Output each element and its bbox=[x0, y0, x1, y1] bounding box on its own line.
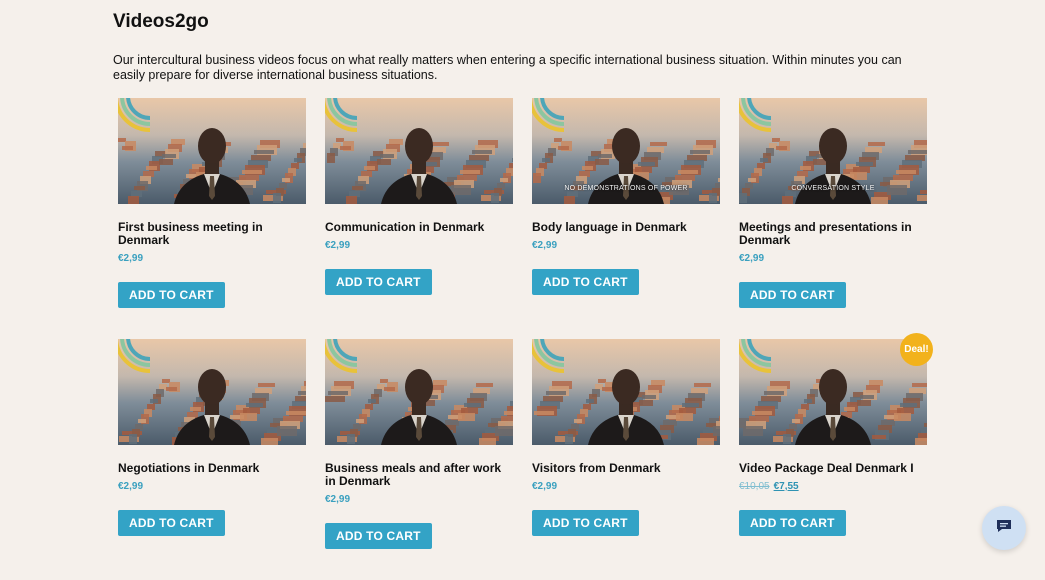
product-thumbnail[interactable] bbox=[118, 339, 306, 445]
product-name[interactable]: Negotiations in Denmark bbox=[118, 462, 296, 475]
product-name[interactable]: Visitors from Denmark bbox=[532, 462, 710, 475]
chat-bubble-icon bbox=[995, 517, 1013, 540]
product-price: €2,99 bbox=[532, 481, 558, 492]
product-thumbnail[interactable] bbox=[325, 98, 513, 204]
page-title: Videos2go bbox=[113, 11, 209, 32]
video-still-image bbox=[118, 98, 306, 204]
add-to-cart-button[interactable]: ADD TO CART bbox=[739, 510, 846, 536]
add-to-cart-button[interactable]: ADD TO CART bbox=[739, 282, 846, 308]
video-caption: CONVERSATION STYLE bbox=[791, 185, 875, 192]
page-content: Videos2go Our intercultural business vid… bbox=[113, 0, 933, 549]
product-name[interactable]: Video Package Deal Denmark I bbox=[739, 462, 917, 475]
product-card: First business meeting in Denmark €2,99 … bbox=[118, 98, 306, 339]
product-card: CONVERSATION STYLE Meetings and presenta… bbox=[739, 98, 927, 339]
video-still-image bbox=[325, 339, 513, 445]
product-name[interactable]: Communication in Denmark bbox=[325, 221, 503, 234]
video-caption: NO DEMONSTRATIONS OF POWER bbox=[564, 185, 688, 192]
product-grid: First business meeting in Denmark €2,99 … bbox=[118, 98, 948, 580]
add-to-cart-button[interactable]: ADD TO CART bbox=[532, 269, 639, 295]
product-card: Negotiations in Denmark €2,99 ADD TO CAR… bbox=[118, 339, 306, 580]
product-card: Communication in Denmark €2,99 ADD TO CA… bbox=[325, 98, 513, 339]
product-card: NO DEMONSTRATIONS OF POWER Body language… bbox=[532, 98, 720, 339]
product-price: €10,05 €7,55 bbox=[739, 481, 927, 494]
product-card: Business meals and after work in Denmark… bbox=[325, 339, 513, 580]
product-thumbnail[interactable] bbox=[325, 339, 513, 445]
add-to-cart-button[interactable]: ADD TO CART bbox=[325, 269, 432, 295]
add-to-cart-button[interactable]: ADD TO CART bbox=[118, 282, 225, 308]
product-name[interactable]: Meetings and presentations in Denmark bbox=[739, 221, 917, 247]
product-thumbnail[interactable] bbox=[739, 339, 927, 445]
product-price: €2,99 bbox=[325, 240, 351, 251]
product-price: €2,99 bbox=[739, 253, 765, 264]
product-price: €2,99 bbox=[118, 481, 144, 492]
video-still-image bbox=[532, 339, 720, 445]
product-thumbnail[interactable]: CONVERSATION STYLE bbox=[739, 98, 927, 204]
video-still-image bbox=[325, 98, 513, 204]
product-thumbnail[interactable] bbox=[118, 98, 306, 204]
chat-button[interactable] bbox=[982, 506, 1026, 550]
add-to-cart-button[interactable]: ADD TO CART bbox=[532, 510, 639, 536]
video-still-image bbox=[118, 339, 306, 445]
product-name[interactable]: First business meeting in Denmark bbox=[118, 221, 296, 247]
product-thumbnail[interactable] bbox=[532, 339, 720, 445]
old-price: €10,05 bbox=[739, 481, 770, 492]
product-card: Deal! Video Package Deal Denmark I €10,0… bbox=[739, 333, 933, 580]
product-name[interactable]: Business meals and after work in Denmark bbox=[325, 462, 503, 488]
video-still-image bbox=[739, 339, 927, 445]
deal-badge: Deal! bbox=[900, 333, 933, 366]
add-to-cart-button[interactable]: ADD TO CART bbox=[325, 523, 432, 549]
product-price: €2,99 bbox=[532, 240, 558, 251]
product-name[interactable]: Body language in Denmark bbox=[532, 221, 710, 234]
product-price: €2,99 bbox=[118, 253, 144, 264]
product-card: Visitors from Denmark €2,99 ADD TO CART bbox=[532, 339, 720, 580]
product-price: €2,99 bbox=[325, 494, 351, 505]
add-to-cart-button[interactable]: ADD TO CART bbox=[118, 510, 225, 536]
intro-text: Our intercultural business videos focus … bbox=[113, 53, 902, 82]
product-thumbnail[interactable]: NO DEMONSTRATIONS OF POWER bbox=[532, 98, 720, 204]
sale-price: €7,55 bbox=[773, 481, 799, 492]
